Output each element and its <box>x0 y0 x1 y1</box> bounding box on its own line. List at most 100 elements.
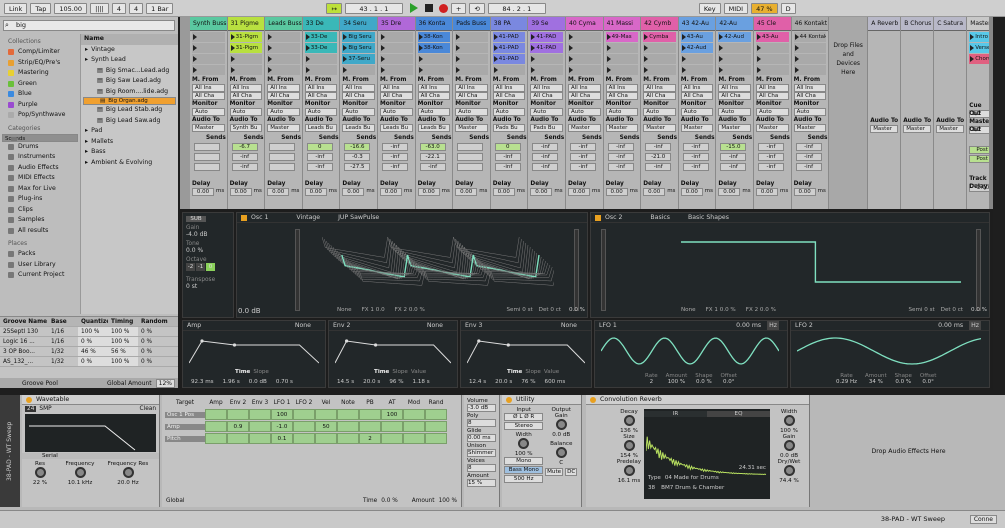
output-select[interactable]: Leads Bu <box>342 124 375 132</box>
envelope-r-value[interactable]: 0.70 s <box>276 379 293 385</box>
reverb-title[interactable]: Convolution Reverb <box>586 395 809 405</box>
cue-out-select[interactable]: 1/2 <box>969 110 990 118</box>
envelope-d-value[interactable]: 20.0 s <box>363 379 380 385</box>
lfo-shape-value[interactable]: 0.0 % <box>895 379 912 385</box>
lfo-param[interactable]: Offset 0.0° <box>920 373 937 385</box>
play-icon[interactable] <box>409 3 418 13</box>
envelope-a-value[interactable]: 14.5 s <box>337 379 354 385</box>
browser-file-item[interactable]: ▸ Mallets <box>81 137 178 148</box>
category-item[interactable]: Drums <box>0 142 80 153</box>
balance-knob[interactable] <box>555 447 567 458</box>
lfo-attack[interactable]: 0.00 ms <box>736 321 761 330</box>
collection-item[interactable]: Blue <box>0 89 80 100</box>
envelope-s-value[interactable]: 0.0 dB <box>249 379 267 385</box>
filter-slot-number[interactable]: 24 <box>25 406 37 412</box>
pan-field[interactable]: -22.1 <box>419 153 446 161</box>
value-tab[interactable]: Value <box>411 369 426 375</box>
osc2-gain-slider[interactable] <box>976 229 981 311</box>
groove-cell[interactable]: 100 % <box>108 337 138 346</box>
midi-map-button[interactable]: MIDI <box>723 2 749 14</box>
sub-gain-value[interactable]: -4.0 dB <box>186 231 230 238</box>
output-select[interactable]: Pads Bu <box>492 124 526 132</box>
category-item[interactable]: All results <box>0 226 80 237</box>
clip-slot[interactable]: 43-Au <box>756 32 789 42</box>
monitor-select[interactable]: Auto <box>530 108 563 116</box>
loop-position-field[interactable]: 84 . 2 . 1 <box>487 2 546 14</box>
category-item[interactable]: Instruments <box>0 152 80 163</box>
matrix-target[interactable]: Pitch <box>165 435 205 442</box>
category-item[interactable]: MIDI Effects <box>0 173 80 184</box>
envelope-r-value[interactable]: 1.18 s <box>413 379 430 385</box>
pan-field[interactable] <box>269 153 296 161</box>
filter-knob-value[interactable]: 10.1 kHz <box>58 480 102 486</box>
output-select[interactable]: Master <box>680 124 714 132</box>
return-track-title[interactable]: A Reverb <box>868 17 901 31</box>
category-item[interactable]: Clips <box>0 205 80 216</box>
osc1-detune[interactable]: Det 0 ct <box>539 307 561 313</box>
return-track-title[interactable]: B Chorus <box>901 17 934 31</box>
matrix-cell[interactable]: -1.0 <box>271 421 293 432</box>
groove-cell[interactable]: 0 % <box>78 337 108 346</box>
wavetable-device-title[interactable]: Wavetable <box>22 395 159 405</box>
browser-file-item[interactable]: ▤ Big Lead Saw.adg <box>81 116 178 127</box>
groove-cell[interactable]: 0 % <box>138 347 168 356</box>
monitor-select[interactable]: Auto <box>605 108 639 116</box>
matrix-cell[interactable] <box>249 409 271 420</box>
track-title[interactable]: 34 Seru <box>340 17 377 31</box>
output-select[interactable]: Master <box>756 124 789 132</box>
matrix-cell[interactable]: 2 <box>359 433 381 444</box>
matrix-cell[interactable] <box>425 421 447 432</box>
groove-column-header[interactable]: Random <box>138 317 168 326</box>
lfo-param[interactable]: Offset 0.0° <box>720 373 737 385</box>
track-title[interactable]: 46 Kontakt <box>791 17 829 31</box>
monitor-select[interactable]: Auto <box>342 108 375 116</box>
reverb-knob[interactable] <box>783 465 795 476</box>
track-delay-field[interactable]: 0.00 <box>417 188 440 196</box>
input-channel-select[interactable]: All Cha <box>718 92 751 100</box>
send-field[interactable]: -inf <box>532 163 559 171</box>
monitor-select[interactable]: Auto <box>267 108 300 116</box>
reverb-knob-value[interactable]: 74.4 % <box>775 478 803 484</box>
empty-clip-slot[interactable] <box>680 65 714 75</box>
collection-item[interactable]: Purple <box>0 100 80 111</box>
lfo-shape-value[interactable]: 0.0 % <box>695 379 712 385</box>
osc2-power-icon[interactable] <box>595 214 601 221</box>
output-select[interactable]: Leads Bu <box>417 124 451 132</box>
matrix-cell[interactable] <box>293 421 315 432</box>
input-channel-select[interactable]: All Cha <box>304 92 338 100</box>
monitor-select[interactable]: Auto <box>492 108 526 116</box>
clip-slot[interactable]: Big Seru <box>342 32 375 42</box>
browser-file-item[interactable]: ▤ Big Saw Lead.adg <box>81 76 178 87</box>
pan-field[interactable]: -inf <box>682 153 709 161</box>
input-channel-select[interactable]: All Cha <box>192 92 225 100</box>
empty-clip-slot[interactable] <box>380 54 413 64</box>
signature-numerator[interactable]: 4 <box>111 2 126 14</box>
time-tab[interactable]: Time <box>374 369 389 375</box>
input-channel-select[interactable]: All Cha <box>643 92 676 100</box>
monitor-select[interactable]: Auto <box>455 108 488 116</box>
send-field[interactable]: -inf <box>607 163 634 171</box>
envelope-s-value[interactable]: 96 % <box>389 379 403 385</box>
reverb-knob[interactable] <box>783 415 795 426</box>
groove-row[interactable]: AS_132_... 1/32 0 % 100 % 0 % <box>0 357 178 367</box>
sub-tone-value[interactable]: 0.0 % <box>186 247 230 254</box>
filter-knob[interactable] <box>74 467 86 478</box>
input-type-select[interactable]: All Ins <box>229 84 263 92</box>
filter-knob[interactable] <box>34 467 46 478</box>
octave-button[interactable]: -2 <box>186 263 195 271</box>
matrix-cell[interactable] <box>249 433 271 444</box>
groove-cell[interactable]: 56 % <box>108 347 138 356</box>
track-delay-field[interactable]: 0.00 <box>492 188 515 196</box>
fx-mode-value[interactable]: FX 1 0.0 <box>362 307 385 313</box>
clip-slot[interactable]: 41-PAD <box>492 32 526 42</box>
groove-column-header[interactable]: Base <box>48 317 78 326</box>
monitor-select[interactable]: Auto <box>304 108 338 116</box>
track-title[interactable]: 42-Au <box>716 17 753 31</box>
output-select[interactable]: Synth Bu <box>229 124 263 132</box>
empty-clip-slot[interactable] <box>492 65 526 75</box>
send-field[interactable]: -inf <box>645 163 672 171</box>
send-field[interactable]: -inf <box>682 163 709 171</box>
volume-field[interactable]: -inf <box>570 143 596 151</box>
link-button[interactable]: Link <box>4 2 28 14</box>
output-select[interactable]: Master <box>936 125 965 133</box>
